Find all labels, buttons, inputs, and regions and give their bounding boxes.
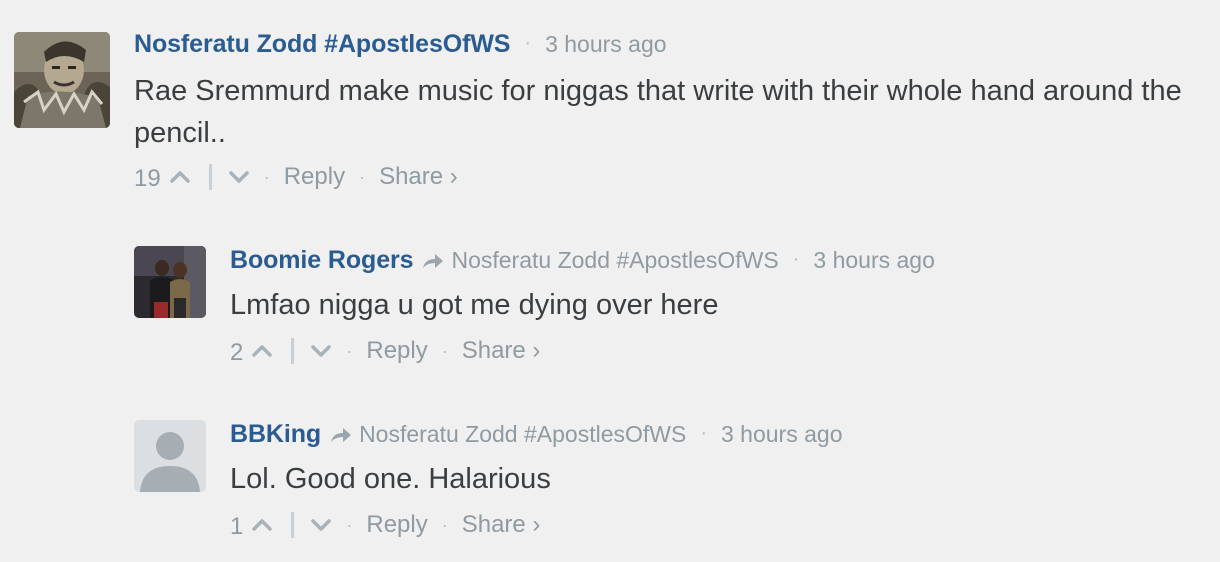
footer-separator: ·	[346, 340, 353, 361]
vote-divider	[291, 512, 295, 538]
avatar[interactable]	[14, 32, 110, 128]
vote-count: 19	[134, 165, 161, 192]
footer-separator: ·	[441, 340, 448, 361]
chevron-down-icon	[228, 171, 249, 183]
vote-count: 2	[230, 339, 244, 366]
default-avatar-icon	[134, 420, 206, 492]
upvote-button[interactable]	[169, 163, 191, 191]
meta-separator: ·	[524, 32, 532, 54]
comment: Nosferatu Zodd #ApostlesOfWS · 3 hours a…	[0, 0, 1220, 200]
vote-divider	[208, 164, 212, 190]
reply-arrow-icon	[329, 426, 353, 449]
reply-to-author[interactable]: Nosferatu Zodd #ApostlesOfWS	[359, 421, 686, 448]
chevron-up-icon	[169, 171, 190, 183]
timestamp[interactable]: 3 hours ago	[813, 247, 934, 274]
comment-meta: BBKing Nosferatu Zodd #ApostlesOfWS · 3 …	[230, 420, 1210, 452]
chevron-up-icon	[252, 519, 273, 531]
reply-button[interactable]: Reply	[366, 511, 427, 539]
downvote-button[interactable]	[310, 511, 332, 539]
avatar-image	[134, 246, 206, 318]
meta-separator: ·	[700, 422, 707, 444]
share-button[interactable]: Share ›	[379, 163, 458, 191]
upvote-button[interactable]	[251, 337, 273, 365]
comment-footer: 1 · Reply · Share ›	[230, 508, 1210, 542]
author-name[interactable]: Nosferatu Zodd #ApostlesOfWS	[134, 30, 510, 59]
comment-body: Boomie Rogers Nosferatu Zodd #ApostlesOf…	[230, 246, 1210, 368]
avatar[interactable]	[134, 420, 206, 492]
comment-thread: Nosferatu Zodd #ApostlesOfWS · 3 hours a…	[0, 0, 1220, 562]
comment-text: Lol. Good one. Halarious	[230, 463, 551, 495]
timestamp[interactable]: 3 hours ago	[545, 31, 666, 58]
vote-divider	[291, 338, 295, 364]
comment-footer: 2 · Reply · Share ›	[230, 334, 1210, 368]
reply-button[interactable]: Reply	[366, 337, 427, 365]
chevron-down-icon	[311, 519, 332, 531]
reply-button[interactable]: Reply	[284, 163, 345, 191]
comment-text: Rae Sremmurd make music for niggas that …	[134, 75, 1182, 149]
share-button[interactable]: Share ›	[462, 337, 541, 365]
upvote-button[interactable]	[251, 511, 273, 539]
comment-meta: Boomie Rogers Nosferatu Zodd #ApostlesOf…	[230, 246, 1210, 278]
chevron-up-icon	[252, 345, 273, 357]
footer-separator: ·	[359, 166, 366, 187]
reply-arrow-icon	[421, 252, 445, 275]
comment-footer: 19 · Reply · Share ›	[134, 160, 1214, 194]
share-button[interactable]: Share ›	[462, 511, 541, 539]
comment-meta: Nosferatu Zodd #ApostlesOfWS · 3 hours a…	[134, 30, 1214, 62]
timestamp[interactable]: 3 hours ago	[721, 421, 842, 448]
author-name[interactable]: Boomie Rogers	[230, 246, 414, 275]
downvote-button[interactable]	[310, 337, 332, 365]
downvote-button[interactable]	[228, 163, 250, 191]
vote-count: 1	[230, 513, 244, 540]
footer-separator: ·	[441, 514, 448, 535]
reply-to-author[interactable]: Nosferatu Zodd #ApostlesOfWS	[451, 247, 778, 274]
meta-separator: ·	[792, 248, 800, 270]
comment-body: Nosferatu Zodd #ApostlesOfWS · 3 hours a…	[134, 30, 1214, 194]
footer-separator: ·	[263, 166, 270, 187]
avatar-image	[14, 32, 110, 128]
footer-separator: ·	[346, 514, 353, 535]
chevron-down-icon	[311, 345, 332, 357]
avatar[interactable]	[134, 246, 206, 318]
comment-text: Lmfao nigga u got me dying over here	[230, 289, 719, 321]
comment-body: BBKing Nosferatu Zodd #ApostlesOfWS · 3 …	[230, 420, 1210, 542]
author-name[interactable]: BBKing	[230, 420, 321, 449]
